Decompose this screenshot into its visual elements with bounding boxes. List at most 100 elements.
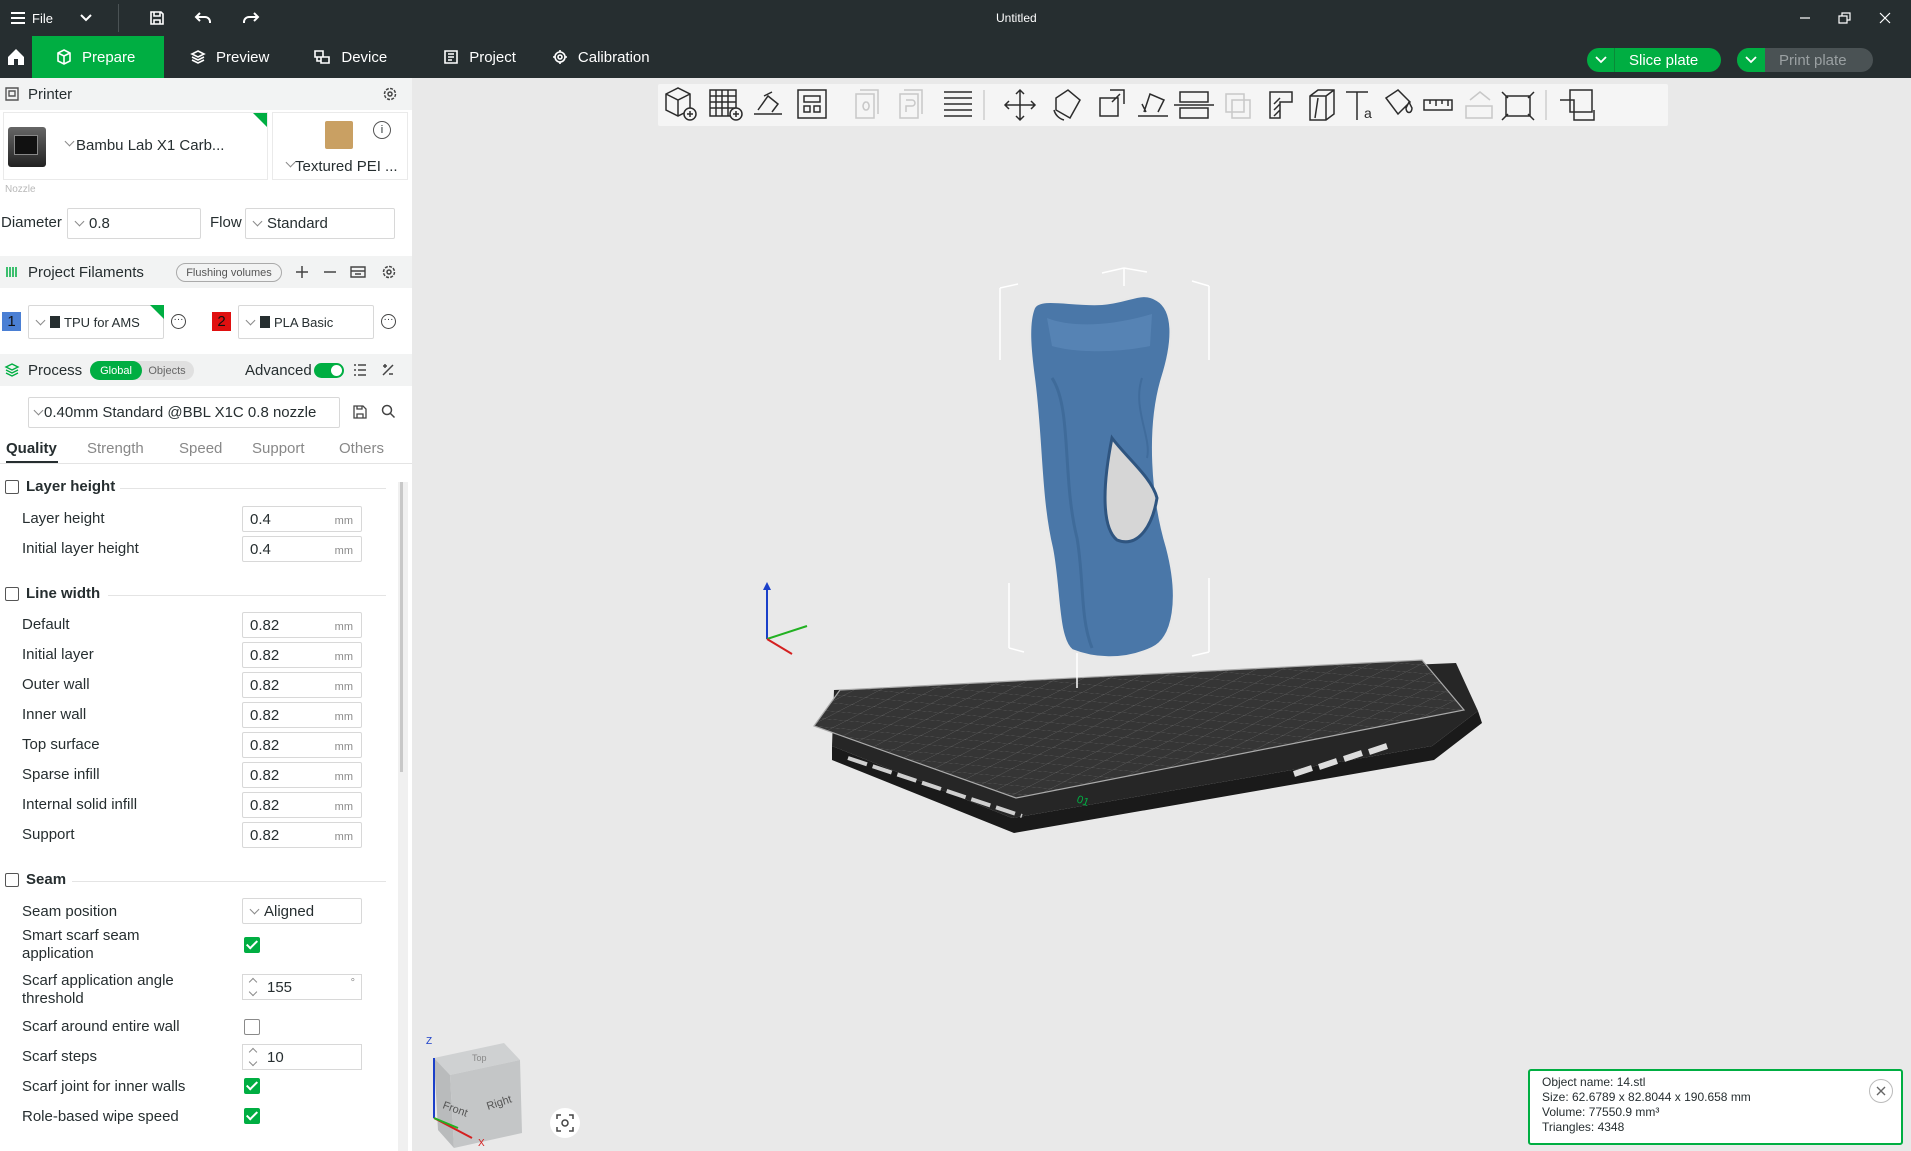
redo-button[interactable] xyxy=(231,0,271,36)
tab-strength[interactable]: Strength xyxy=(87,440,144,457)
color-painting-icon[interactable] xyxy=(1384,89,1413,116)
auto-orient-icon[interactable] xyxy=(754,91,782,115)
file-menu-button[interactable]: File xyxy=(0,0,62,36)
undo-button[interactable] xyxy=(183,0,223,36)
tab-calibration[interactable]: Calibration xyxy=(534,36,668,78)
tab-speed[interactable]: Speed xyxy=(179,440,222,457)
filament-select-1[interactable]: TPU for AMS xyxy=(28,305,164,339)
cut-icon[interactable] xyxy=(1174,91,1214,119)
row-label: Support xyxy=(22,826,75,843)
global-objects-toggle[interactable]: Global Objects xyxy=(90,361,194,380)
settings-scrollbar[interactable] xyxy=(398,482,408,1151)
angle-threshold-stepper[interactable]: 155 ° xyxy=(242,974,362,1000)
line-width-internal-solid-infill-input[interactable]: 0.82 mm xyxy=(242,792,362,818)
restore-button[interactable] xyxy=(1830,0,1860,36)
advanced-switch[interactable] xyxy=(314,363,344,378)
diameter-select[interactable]: 0.8 xyxy=(67,208,201,239)
flow-select[interactable]: Standard xyxy=(245,208,395,239)
move-icon[interactable] xyxy=(1003,88,1037,122)
text-icon[interactable]: a xyxy=(1346,91,1372,121)
add-plate-icon[interactable] xyxy=(709,89,743,121)
minimize-icon xyxy=(1800,17,1810,19)
save-preset-icon[interactable] xyxy=(353,405,367,419)
tab-device[interactable]: Device xyxy=(295,36,405,78)
plate-type-select[interactable]: i Textured PEI ... xyxy=(272,112,408,180)
paint-seam-icon[interactable] xyxy=(1309,89,1335,121)
filament-more-icon[interactable]: ··· xyxy=(171,314,186,329)
line-width-outer-wall-input[interactable]: 0.82 mm xyxy=(242,672,362,698)
row-label: Scarf around entire wall xyxy=(22,1018,180,1035)
remove-filament-icon[interactable] xyxy=(323,265,337,279)
process-section-header: Process Global Objects Advanced xyxy=(0,354,412,386)
tab-others[interactable]: Others xyxy=(339,440,384,457)
printer-select[interactable]: Bambu Lab X1 Carb... xyxy=(3,112,268,180)
line-width-default-input[interactable]: 0.82 mm xyxy=(242,612,362,638)
line-width-support-input[interactable]: 0.82 mm xyxy=(242,822,362,848)
close-info-button[interactable] xyxy=(1869,1079,1893,1103)
arrange-icon[interactable] xyxy=(797,89,827,119)
diameter-value: 0.8 xyxy=(89,215,110,232)
slice-plate-button[interactable]: Slice plate xyxy=(1587,48,1721,72)
boolean-icon[interactable] xyxy=(1225,93,1251,119)
print-plate-button[interactable]: Print plate xyxy=(1737,48,1873,72)
explode-icon[interactable] xyxy=(1560,89,1595,121)
assembly-icon[interactable] xyxy=(1465,91,1493,119)
initial-layer-height-input[interactable]: 0.4 mm xyxy=(242,536,362,562)
minimize-button[interactable] xyxy=(1790,0,1820,36)
toggle-objects[interactable]: Objects xyxy=(142,365,192,377)
wipe-speed-checkbox[interactable] xyxy=(244,1108,260,1124)
tab-label: Preview xyxy=(216,48,270,66)
layers-editing-icon[interactable] xyxy=(944,91,972,117)
compare-icon[interactable] xyxy=(381,363,395,377)
process-preset-select[interactable]: 0.40mm Standard @BBL X1C 0.8 nozzle xyxy=(28,397,340,428)
split-parts-icon[interactable] xyxy=(899,89,923,119)
rotate-icon[interactable] xyxy=(1053,89,1081,121)
scarf-entire-wall-checkbox[interactable] xyxy=(244,1019,260,1035)
line-width-initial-layer-input[interactable]: 0.82 mm xyxy=(242,642,362,668)
line-width-sparse-infill-input[interactable]: 0.82 mm xyxy=(242,762,362,788)
plate-info-icon[interactable]: i xyxy=(373,121,391,139)
filament-more-icon[interactable]: ··· xyxy=(381,314,396,329)
window-title: Untitled xyxy=(996,11,1037,25)
stepper-value: 155 xyxy=(267,978,293,996)
seam-position-select[interactable]: Aligned xyxy=(242,898,362,924)
add-object-icon[interactable] xyxy=(665,87,697,121)
3d-viewport[interactable]: 01 Front Right Top Z X xyxy=(412,78,1911,1151)
unit-label: mm xyxy=(334,831,353,843)
filament-settings-icon[interactable] xyxy=(381,264,397,280)
line-width-inner-wall-input[interactable]: 0.82 mm xyxy=(242,702,362,728)
tab-prepare[interactable]: Prepare xyxy=(32,36,164,78)
line-width-top-surface-input[interactable]: 0.82 mm xyxy=(242,732,362,758)
print-dropdown-button[interactable] xyxy=(1737,48,1765,72)
smart-scarf-checkbox[interactable] xyxy=(244,937,260,953)
filament-select-2[interactable]: PLA Basic xyxy=(238,305,374,339)
measure-icon[interactable] xyxy=(1423,99,1453,111)
tab-project[interactable]: Project xyxy=(425,36,534,78)
flushing-volumes-button[interactable]: Flushing volumes xyxy=(176,263,282,282)
fit-view-icon[interactable] xyxy=(1501,91,1535,121)
split-objects-icon[interactable] xyxy=(855,89,879,119)
slice-dropdown-button[interactable] xyxy=(1587,48,1615,72)
scarf-inner-walls-checkbox[interactable] xyxy=(244,1078,260,1094)
view-cube[interactable]: Front Right Top Z X xyxy=(426,1036,522,1149)
scale-icon[interactable] xyxy=(1099,89,1125,117)
tab-quality[interactable]: Quality xyxy=(6,440,57,457)
list-icon[interactable] xyxy=(353,363,367,377)
camera-fit-button[interactable] xyxy=(550,1108,580,1138)
add-filament-icon[interactable] xyxy=(295,265,309,279)
menu-dropdown-button[interactable] xyxy=(66,0,106,36)
tab-preview[interactable]: Preview xyxy=(172,36,287,78)
paint-support-icon[interactable] xyxy=(1269,91,1293,119)
gear-icon[interactable] xyxy=(382,86,398,102)
row-label: Internal solid infill xyxy=(22,796,138,813)
home-button[interactable] xyxy=(0,36,32,78)
close-window-button[interactable] xyxy=(1870,0,1900,36)
search-icon[interactable] xyxy=(381,404,396,419)
layer-height-input[interactable]: 0.4 mm xyxy=(242,506,362,532)
tab-support[interactable]: Support xyxy=(252,440,305,457)
lay-on-face-icon[interactable] xyxy=(1138,92,1168,117)
scarf-steps-stepper[interactable]: 10 xyxy=(242,1044,362,1070)
save-button[interactable] xyxy=(137,0,177,36)
sync-ams-icon[interactable] xyxy=(349,264,367,280)
toggle-global[interactable]: Global xyxy=(90,361,142,380)
